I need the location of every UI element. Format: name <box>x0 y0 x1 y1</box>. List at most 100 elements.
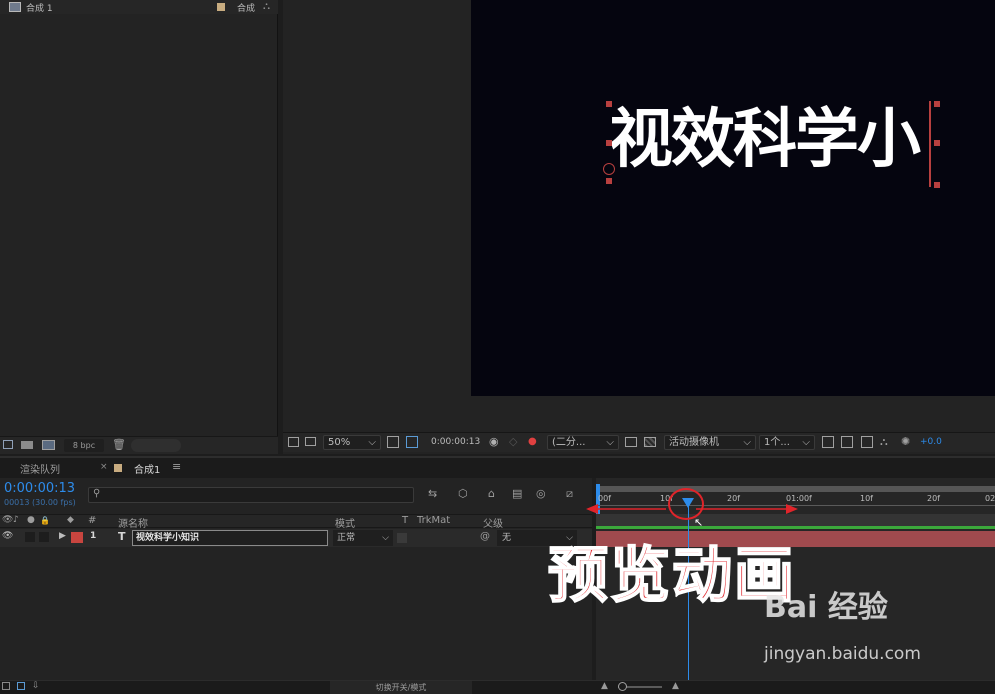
baidu-watermark: Bai 经验 jingyan.baidu.com <box>764 582 984 672</box>
column-number[interactable]: # <box>88 515 96 526</box>
expand-triangle-icon[interactable]: ▶ <box>59 531 66 541</box>
new-folder-icon[interactable] <box>21 441 33 449</box>
eye-icon[interactable]: 👁 <box>2 515 13 525</box>
watermark-brand: Bai 经验 <box>764 590 888 625</box>
draft-3d-icon[interactable]: ⬡ <box>458 487 468 500</box>
visibility-eye-icon[interactable]: 👁 <box>2 531 13 541</box>
zoom-select[interactable]: 50% ⌵ <box>323 435 381 450</box>
frame-blending-icon[interactable]: ▤ <box>512 487 522 500</box>
transform-handle[interactable] <box>934 182 940 188</box>
ruler-tick-label: 02 <box>985 494 995 503</box>
zoom-in-icon[interactable]: ▲ <box>672 681 679 691</box>
search-icon: ⚲ <box>93 488 101 499</box>
column-source-name[interactable]: 源名称 <box>118 515 148 530</box>
transform-handle[interactable] <box>606 140 612 146</box>
transform-handle[interactable] <box>606 101 612 107</box>
annotation-arrows <box>586 504 798 514</box>
mask-visibility-icon[interactable] <box>406 436 418 448</box>
current-time-display[interactable]: 0:00:00:13 <box>4 481 75 496</box>
exposure-reset-icon[interactable]: ✺ <box>901 435 910 448</box>
tab-render-queue[interactable]: 渲染队列 <box>20 461 60 476</box>
zoom-out-icon[interactable]: ▲ <box>601 681 608 691</box>
composition-canvas[interactable]: 视效科学小 <box>471 0 995 396</box>
parent-value: 无 <box>502 533 512 543</box>
column-trkmat[interactable]: TrkMat <box>417 515 450 526</box>
chevron-down-icon: ⌵ <box>606 437 614 448</box>
comp-item-name: 合成 1 <box>26 4 53 14</box>
monitor-icon[interactable] <box>305 437 316 446</box>
chevron-down-icon: ⌵ <box>743 437 751 448</box>
resolution-select[interactable]: (二分... ⌵ <box>547 435 619 450</box>
layer-label-color[interactable] <box>71 532 83 543</box>
label-tag-icon[interactable]: ◆ <box>67 515 74 525</box>
ruler-tick-label: 20f <box>927 494 940 503</box>
project-bpc-button[interactable]: 8 bpc <box>64 439 104 452</box>
timeline-icon[interactable] <box>861 436 873 448</box>
region-of-interest-icon[interactable] <box>625 437 637 447</box>
graph-editor-icon[interactable]: ⧄ <box>566 487 573 501</box>
thumbnail-slider[interactable] <box>131 439 181 452</box>
project-panel: 合成 1 合成 ⛬ 8 bpc 🗑 <box>0 0 278 454</box>
panel-menu-icon[interactable]: ≡ <box>172 460 181 473</box>
pick-whip-icon[interactable]: @ <box>480 531 490 542</box>
column-mode[interactable]: 模式 <box>335 515 355 530</box>
composition-mini-flowchart-icon[interactable]: ⇆ <box>428 487 437 500</box>
flowchart-icon[interactable]: ⛬ <box>880 435 888 449</box>
text-cursor-bar <box>929 101 931 187</box>
title-action-safe-icon[interactable] <box>387 436 399 448</box>
label-color-swatch <box>114 464 122 472</box>
layer-index: 1 <box>90 531 97 541</box>
transform-handle[interactable] <box>934 101 940 107</box>
flowchart-icon[interactable]: ⛬ <box>263 1 270 12</box>
toggle-switches-modes-button[interactable]: 切换开关/模式 <box>330 681 472 694</box>
views-select[interactable]: 1个... ⌵ <box>759 435 815 450</box>
layer-search-input[interactable]: ⚲ <box>88 487 414 503</box>
canvas-text-layer[interactable]: 视效科学小 <box>609 100 921 180</box>
fast-previews-icon[interactable] <box>841 436 853 448</box>
tab-composition[interactable]: 合成1 <box>134 461 160 476</box>
anchor-point-icon[interactable] <box>603 163 615 175</box>
close-icon[interactable]: × <box>100 462 108 472</box>
work-area-bar[interactable] <box>596 486 995 492</box>
in-out-icon[interactable]: ⇩ <box>32 681 40 691</box>
new-composition-icon[interactable] <box>42 440 55 450</box>
lock-toggle[interactable] <box>39 532 49 542</box>
viewer-timecode[interactable]: 0:00:00:13 <box>431 437 480 447</box>
column-t[interactable]: T <box>402 515 408 526</box>
annotation-text: 预览动画 <box>547 540 796 612</box>
exposure-value[interactable]: +0.0 <box>920 437 942 447</box>
ruler-tick-label: 10f <box>860 494 873 503</box>
layer-switches-icon[interactable] <box>2 682 10 690</box>
interpret-footage-icon[interactable] <box>3 440 13 449</box>
chevron-down-icon: ⌵ <box>368 437 376 448</box>
shy-layers-icon[interactable]: ⌂ <box>488 487 495 500</box>
transfer-controls-icon[interactable] <box>17 682 25 690</box>
show-snapshot-icon[interactable]: ◇ <box>509 435 517 448</box>
project-item-header[interactable]: 合成 1 合成 ⛬ <box>0 0 278 14</box>
mouse-cursor-icon: ↖ <box>694 516 704 529</box>
camera-value: 活动摄像机 <box>669 437 719 448</box>
camera-snapshot-icon[interactable]: ◉ <box>489 435 499 448</box>
zoom-slider-thumb[interactable] <box>618 682 627 691</box>
transform-handle[interactable] <box>934 140 940 146</box>
timeline-layer-panel: 0:00:00:13 00013 (30.00 fps) ⚲ ⇆ ⬡ ⌂ ▤ ◎… <box>0 478 592 680</box>
transparency-grid-icon[interactable] <box>644 437 656 447</box>
lock-icon[interactable]: 🔒 <box>40 516 50 525</box>
solo-icon[interactable]: ● <box>27 515 35 525</box>
layer-row[interactable]: 👁 ▶ 1 T 视效科学小知识 正常 ⌵ @ 无 ⌵ <box>0 529 592 547</box>
column-parent[interactable]: 父级 <box>483 515 503 530</box>
transform-handle[interactable] <box>606 178 612 184</box>
trash-icon[interactable]: 🗑 <box>112 438 126 451</box>
preserve-transparency-toggle[interactable] <box>397 533 407 543</box>
camera-select[interactable]: 活动摄像机 ⌵ <box>664 435 756 450</box>
blend-mode-select[interactable]: 正常 ⌵ <box>333 530 393 546</box>
solo-toggle[interactable] <box>25 532 35 542</box>
toggle-pixel-aspect-icon[interactable] <box>822 436 834 448</box>
views-value: 1个... <box>764 437 790 448</box>
motion-blur-icon[interactable]: ◎ <box>536 487 546 500</box>
channel-color-icon[interactable]: ● <box>528 436 537 447</box>
always-preview-icon[interactable] <box>288 437 299 447</box>
watermark-url: jingyan.baidu.com <box>764 644 921 664</box>
audio-icon[interactable]: ♪ <box>13 515 19 525</box>
layer-name-field[interactable]: 视效科学小知识 <box>132 530 328 546</box>
